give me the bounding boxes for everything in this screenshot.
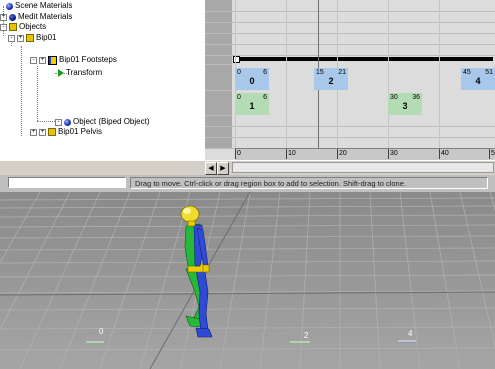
footstep-end: 51 — [485, 69, 493, 76]
range-bar[interactable] — [235, 57, 493, 61]
folder-icon — [9, 23, 17, 31]
perspective-viewport[interactable]: 0 2 4 — [0, 192, 495, 369]
track-row-header — [205, 65, 232, 91]
collapse-icon[interactable]: - — [8, 34, 15, 42]
folder-icon — [26, 34, 34, 42]
track-row[interactable] — [205, 12, 495, 23]
tree-item-bip01[interactable]: - + Bip01 — [8, 33, 56, 43]
tree-item-label: Bip01 — [36, 33, 57, 42]
footstep-marker-label: 0 — [99, 327, 104, 336]
biped-footsteps-icon — [48, 55, 57, 65]
footstep-start: 45 — [463, 69, 471, 76]
expand-icon[interactable]: + — [30, 128, 37, 136]
expand-icon[interactable]: + — [17, 34, 24, 42]
expand-icon[interactable]: + — [0, 13, 7, 21]
tree-item-transform[interactable]: Transform — [58, 68, 102, 78]
track-row[interactable] — [205, 116, 495, 127]
footstep-number: 3 — [402, 101, 408, 111]
status-bar: Drag to move. Ctrl-click or drag region … — [0, 176, 495, 190]
tree-item-medit-materials[interactable]: + Medit Materials — [0, 12, 72, 22]
maxscript-listener-input[interactable] — [8, 177, 126, 188]
folder-icon — [48, 128, 56, 136]
track-view-hierarchy[interactable]: Scene Materials + Medit Materials - Obje… — [0, 0, 205, 160]
time-gridline — [286, 0, 287, 160]
prompt-line: Drag to move. Ctrl-click or drag region … — [130, 177, 488, 189]
footstep-end: 21 — [338, 69, 346, 76]
expand-icon[interactable]: + — [39, 128, 46, 136]
tree-item-label: Medit Materials — [18, 12, 73, 21]
tree-item-scene-materials[interactable]: Scene Materials — [6, 1, 72, 11]
viewport-scene — [0, 192, 495, 369]
tree-connector — [21, 46, 22, 136]
collapse-icon[interactable]: - — [0, 23, 7, 31]
footstep-block-3[interactable]: 30 36 3 — [388, 93, 422, 115]
ruler-tick: 5 — [489, 149, 495, 159]
tree-connector — [37, 121, 57, 122]
footstep-number: 1 — [249, 101, 255, 111]
track-row[interactable] — [205, 45, 495, 56]
footstep-end: 6 — [263, 94, 267, 101]
ruler-tick: 40 — [439, 149, 449, 159]
tree-connector — [37, 66, 38, 121]
footstep-end: 6 — [263, 69, 267, 76]
footstep-block-0[interactable]: 0 6 0 — [235, 68, 269, 90]
collapse-icon[interactable]: - — [30, 56, 37, 64]
footstep-block-4[interactable]: 45 51 4 — [461, 68, 495, 90]
ruler-tick: 10 — [286, 149, 296, 159]
object-sphere-icon — [64, 118, 71, 126]
collapse-icon[interactable]: - — [55, 118, 62, 126]
footstep-start: 0 — [237, 69, 241, 76]
tree-item-object-biped[interactable]: - Object (Biped Object) — [55, 117, 149, 127]
scroll-left-icon[interactable]: ◀ — [205, 162, 217, 175]
time-gridline — [439, 0, 440, 160]
material-sphere-icon — [9, 13, 16, 21]
tree-item-label: Object (Biped Object) — [73, 117, 150, 126]
footstep-number: 2 — [328, 76, 334, 86]
horizontal-scrollbar[interactable]: ◀ ▶ — [0, 160, 495, 175]
tree-item-label: Scene Materials — [15, 1, 73, 10]
tree-item-bip01-footsteps[interactable]: - + Bip01 Footsteps — [30, 55, 117, 65]
track-row[interactable] — [205, 0, 495, 12]
track-view-editor[interactable]: 0 6 0 15 21 2 45 51 4 0 6 1 30 36 3 — [205, 0, 495, 160]
time-gridline — [388, 0, 389, 160]
track-row[interactable] — [205, 127, 495, 138]
footstep-block-2[interactable]: 15 21 2 — [314, 68, 348, 90]
track-row-header — [205, 91, 232, 116]
track-row[interactable] — [205, 23, 495, 34]
tree-item-bip01-pelvis[interactable]: + + Bip01 Pelvis — [30, 127, 102, 137]
material-sphere-icon — [6, 2, 13, 10]
ruler-tick: 20 — [337, 149, 347, 159]
scroll-track[interactable] — [232, 162, 494, 173]
tree-item-label: Objects — [19, 22, 47, 31]
tree-item-objects[interactable]: - Objects — [0, 22, 46, 32]
transform-controller-icon — [58, 69, 64, 77]
track-row-header — [205, 56, 232, 65]
footstep-marker-label: 2 — [304, 331, 309, 340]
ruler-tick: 30 — [388, 149, 398, 159]
tree-item-label: Bip01 Pelvis — [58, 127, 103, 136]
footstep-start: 15 — [316, 69, 324, 76]
footstep-number: 4 — [475, 76, 481, 86]
tree-item-label: Bip01 Footsteps — [59, 55, 117, 64]
track-row[interactable] — [205, 34, 495, 45]
footstep-start: 30 — [390, 94, 398, 101]
footstep-number: 0 — [249, 76, 255, 86]
footstep-start: 0 — [237, 94, 241, 101]
scroll-right-icon[interactable]: ▶ — [217, 162, 229, 175]
footstep-marker-label: 4 — [408, 329, 413, 338]
footstep-block-1[interactable]: 0 6 1 — [235, 93, 269, 115]
expand-icon[interactable]: + — [39, 56, 46, 64]
footstep-end: 36 — [412, 94, 420, 101]
tree-item-label: Transform — [66, 68, 103, 77]
ruler-tick: 0 — [235, 149, 241, 159]
